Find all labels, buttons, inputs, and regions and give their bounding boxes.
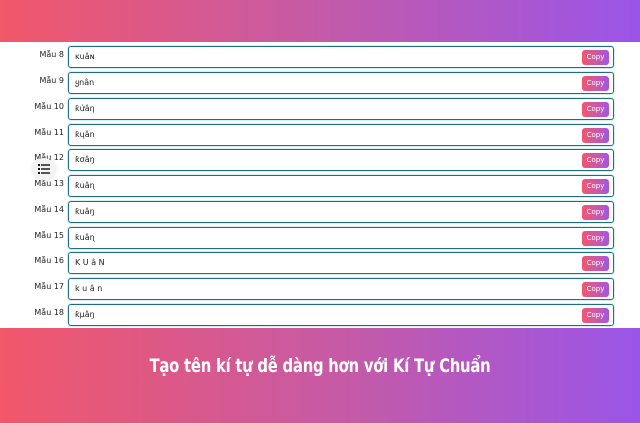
style-text-field[interactable]: K U â N Copy (68, 252, 614, 274)
copy-button[interactable]: Copy (582, 50, 609, 65)
list-item: Mẫu 18 ƙμâŋ Copy (0, 304, 640, 326)
style-text-field[interactable]: ყnân Copy (68, 72, 614, 94)
row-label: Mẫu 13 (34, 179, 64, 188)
style-text[interactable]: ƙσâŋ (75, 155, 95, 164)
copy-button[interactable]: Copy (582, 76, 609, 91)
row-label: Mẫu 16 (34, 256, 64, 265)
style-text[interactable]: k u â n (75, 284, 102, 293)
copy-button[interactable]: Copy (582, 231, 609, 246)
style-text[interactable]: ƙứâη (75, 104, 95, 113)
banner-title: Tạo tên kí tự dễ dàng hơn với Kí Tự Chuẩ… (149, 355, 491, 377)
top-gradient-band (0, 0, 640, 42)
copy-button[interactable]: Copy (582, 282, 609, 297)
copy-button[interactable]: Copy (582, 308, 609, 323)
row-label: Mẫu 15 (34, 231, 64, 240)
list-item: Mẫu 13 ƙuâɳ Copy (0, 175, 640, 197)
list-item: Mẫu 10 ƙứâη Copy (0, 98, 640, 120)
list-icon[interactable] (33, 158, 55, 180)
copy-button[interactable]: Copy (582, 153, 609, 168)
style-text[interactable]: ƙμâŋ (75, 310, 95, 319)
list-item: Mẫu 11 ƙųân Copy (0, 124, 640, 146)
bottom-banner: Tạo tên kí tự dễ dàng hơn với Kí Tự Chuẩ… (0, 328, 640, 423)
style-text[interactable]: ƙuâɳ (75, 233, 95, 242)
style-text-field[interactable]: ƙμâŋ Copy (68, 304, 614, 326)
list-item: Mẫu 12 ƙσâŋ Copy (0, 149, 640, 171)
list-item: Mẫu 15 ƙuâɳ Copy (0, 227, 640, 249)
list-item: Mẫu 8 ĸuâɴ Copy (0, 46, 640, 68)
style-text-field[interactable]: k u â n Copy (68, 278, 614, 300)
row-label: Mẫu 8 (39, 50, 64, 59)
style-text-field[interactable]: ƙứâη Copy (68, 98, 614, 120)
style-text-field[interactable]: ƙuâŋ Copy (68, 201, 614, 223)
list-item: Mẫu 9 ყnân Copy (0, 72, 640, 94)
copy-button[interactable]: Copy (582, 256, 609, 271)
style-text[interactable]: ƙuâŋ (75, 207, 95, 216)
style-text-field[interactable]: ƙuâɳ Copy (68, 175, 614, 197)
row-label: Mẫu 10 (34, 102, 64, 111)
row-label: Mẫu 17 (34, 282, 64, 291)
style-text[interactable]: K U â N (75, 258, 105, 267)
style-text[interactable]: ĸuâɴ (75, 52, 95, 61)
copy-button[interactable]: Copy (582, 179, 609, 194)
list-item: Mẫu 16 K U â N Copy (0, 252, 640, 274)
style-text-field[interactable]: ƙσâŋ Copy (68, 149, 614, 171)
list-item: Mẫu 14 ƙuâŋ Copy (0, 201, 640, 223)
copy-button[interactable]: Copy (582, 205, 609, 220)
copy-button[interactable]: Copy (582, 128, 609, 143)
style-list-panel: Mẫu 8 ĸuâɴ Copy Mẫu 9 ყnân Copy Mẫu 10 ƙ… (0, 42, 640, 328)
style-text-field[interactable]: ƙųân Copy (68, 124, 614, 146)
style-text[interactable]: ყnân (75, 78, 94, 87)
copy-button[interactable]: Copy (582, 102, 609, 117)
row-label: Mẫu 14 (34, 205, 64, 214)
row-label: Mẫu 9 (39, 76, 64, 85)
list-item: Mẫu 17 k u â n Copy (0, 278, 640, 300)
style-text[interactable]: ƙuâɳ (75, 181, 95, 190)
row-label: Mẫu 11 (34, 128, 64, 137)
style-text[interactable]: ƙųân (75, 130, 95, 139)
row-label: Mẫu 18 (34, 308, 64, 317)
style-text-field[interactable]: ƙuâɳ Copy (68, 227, 614, 249)
style-text-field[interactable]: ĸuâɴ Copy (68, 46, 614, 68)
list-icon-glyph (38, 164, 50, 174)
